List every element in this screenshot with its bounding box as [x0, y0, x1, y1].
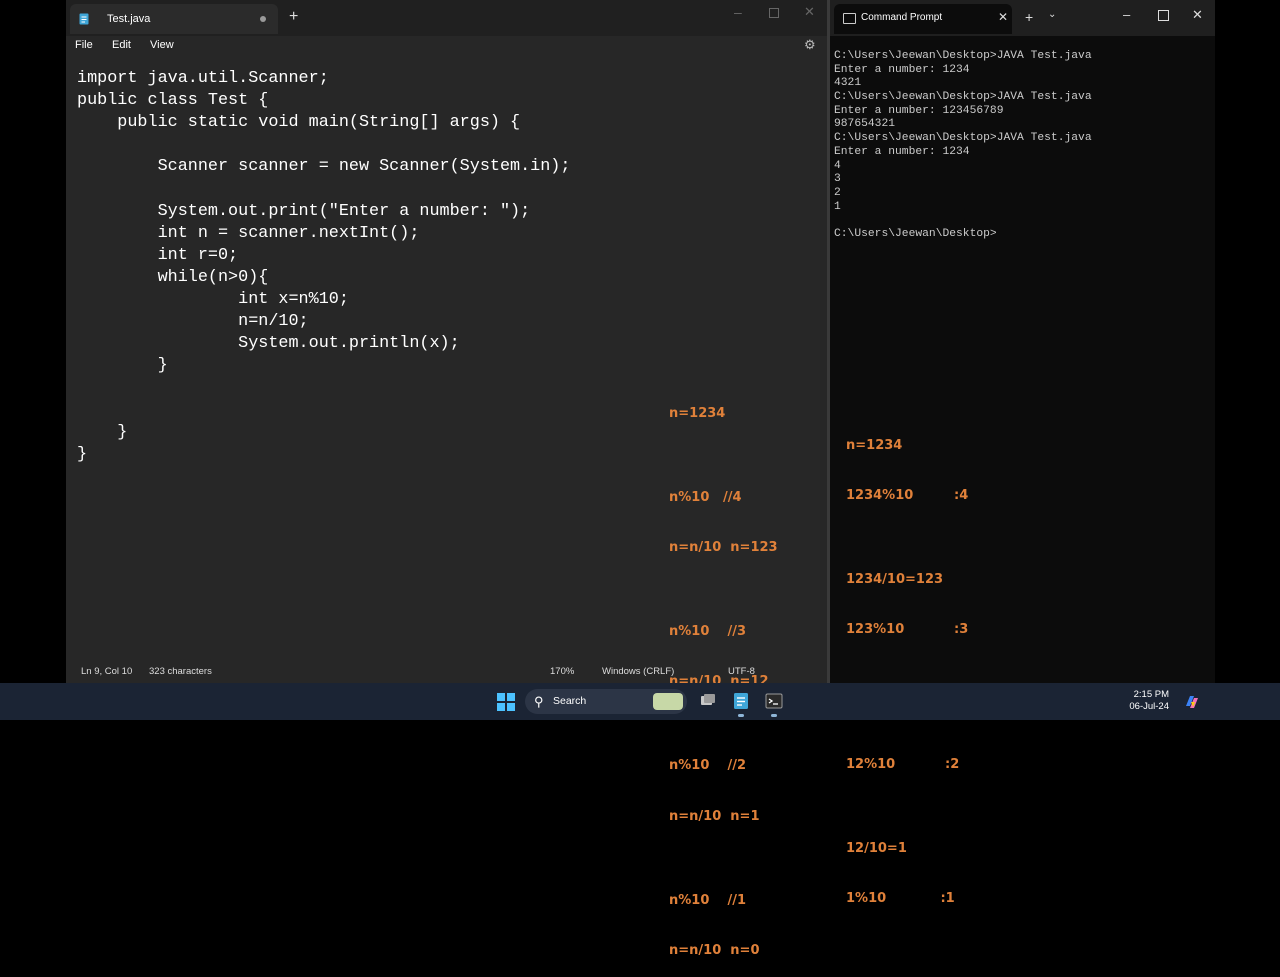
code-line: int n = scanner.nextInt();	[77, 223, 420, 243]
status-character-count: 323 characters	[149, 666, 212, 677]
tab-title: Command Prompt	[861, 12, 943, 23]
new-tab-button[interactable]: +	[289, 7, 298, 27]
running-indicator	[738, 714, 744, 717]
status-cursor-position: Ln 9, Col 10	[81, 666, 133, 677]
code-line: n=n/10;	[77, 312, 309, 332]
taskbar: ⚲ Search 2:15 PM 06-Jul-24	[0, 683, 1280, 720]
tab-test-java[interactable]: Test.java	[70, 4, 278, 34]
terminal-line: Enter a number: 123456789	[834, 104, 1004, 117]
windows-start-icon[interactable]	[497, 693, 515, 711]
annotation-line: n=1234	[669, 405, 726, 421]
tab-command-prompt[interactable]: Command Prompt ✕	[834, 4, 1012, 34]
terminal-line: 3	[834, 173, 841, 186]
terminal-line: 2	[834, 186, 841, 199]
code-line: System.out.println(x);	[77, 334, 460, 354]
minimize-button[interactable]: –	[1123, 7, 1130, 23]
annotation-line: n%10 //4	[669, 489, 742, 505]
close-button[interactable]: ✕	[804, 4, 815, 20]
search-icon: ⚲	[534, 694, 544, 709]
terminal-line: C:\Users\Jeewan\Desktop>JAVA Test.java	[834, 50, 1092, 62]
annotation-line: 12/10=1	[846, 840, 907, 856]
copilot-icon[interactable]	[1183, 693, 1201, 711]
menu-edit[interactable]: Edit	[112, 38, 131, 52]
terminal-line: Enter a number: 1234	[834, 145, 970, 158]
annotation-line: n=n/10 n=1	[669, 808, 760, 824]
terminal-line: 987654321	[834, 118, 896, 131]
code-line: int x=n%10;	[77, 289, 349, 309]
annotation-line: 1234/10=123	[846, 571, 944, 587]
annotation-line: 12%10 :2	[846, 756, 960, 772]
maximize-button[interactable]	[1158, 10, 1169, 21]
status-zoom[interactable]: 170%	[550, 666, 574, 677]
annotation-trace-left: n=1234 n%10 //4 n=n/10 n=123 n%10 //3 n=…	[669, 372, 778, 977]
search-highlight-image	[653, 693, 683, 710]
code-line: while(n>0){	[77, 267, 269, 287]
clock-time: 2:15 PM	[1133, 689, 1169, 700]
code-line: int r=0;	[77, 245, 239, 265]
clock-date: 06-Jul-24	[1129, 701, 1169, 712]
notepad-icon	[79, 13, 89, 25]
notepad-titlebar: Test.java + – ✕	[66, 0, 827, 36]
annotation-line: n%10 //2	[669, 758, 747, 774]
terminal-icon	[843, 13, 856, 24]
taskbar-search-box[interactable]: ⚲ Search	[525, 689, 687, 714]
code-line: System.out.print("Enter a number: ");	[77, 201, 531, 221]
terminal-icon[interactable]	[764, 691, 784, 711]
maximize-button[interactable]	[769, 8, 779, 18]
code-line: import java.util.Scanner;	[77, 69, 329, 88]
annotation-line: n=n/10 n=0	[669, 943, 760, 959]
annotation-line: n=n/10 n=123	[669, 539, 778, 555]
unsaved-indicator[interactable]	[260, 16, 266, 22]
terminal-line: 1	[834, 200, 841, 213]
menu-bar: File Edit View ⚙	[66, 36, 827, 64]
annotation-line: 1234%10 :4	[846, 487, 969, 503]
notepad-icon[interactable]	[731, 691, 751, 711]
chevron-down-icon[interactable]: ⌄	[1048, 9, 1056, 20]
close-tab-icon[interactable]: ✕	[998, 10, 1008, 24]
menu-view[interactable]: View	[150, 38, 174, 52]
code-line: public static void main(String[] args) {	[77, 113, 521, 133]
annotation-line: 1%10 :1	[846, 891, 955, 907]
code-line: public class Test {	[77, 91, 269, 111]
terminal-line: Enter a number: 1234	[834, 63, 970, 76]
terminal-line: C:\Users\Jeewan\Desktop>JAVA Test.java	[834, 132, 1092, 145]
search-label: Search	[553, 695, 587, 707]
menu-file[interactable]: File	[75, 38, 93, 52]
terminal-line: 4321	[834, 77, 862, 90]
terminal-line: C:\Users\Jeewan\Desktop>JAVA Test.java	[834, 91, 1092, 104]
close-button[interactable]: ✕	[1192, 7, 1203, 23]
gear-icon[interactable]: ⚙	[804, 37, 816, 53]
terminal-titlebar: Command Prompt ✕ + ⌄ – ✕	[830, 0, 1215, 36]
terminal-line: 4	[834, 159, 841, 172]
task-view-icon[interactable]	[698, 691, 718, 711]
annotation-line: n=1234	[846, 437, 903, 453]
annotation-line: n%10 //3	[669, 623, 747, 639]
status-line-endings[interactable]: Windows (CRLF)	[602, 666, 674, 677]
annotation-line: 123%10 :3	[846, 622, 969, 638]
tab-title: Test.java	[107, 13, 151, 25]
code-line: Scanner scanner = new Scanner(System.in)…	[77, 157, 571, 177]
running-indicator	[771, 714, 777, 717]
system-clock[interactable]: 2:15 PM 06-Jul-24	[1126, 689, 1169, 713]
new-tab-button[interactable]: +	[1025, 8, 1033, 26]
terminal-output[interactable]: C:\Users\Jeewan\Desktop>JAVA Test.java E…	[834, 50, 1210, 242]
terminal-prompt: C:\Users\Jeewan\Desktop>	[834, 227, 997, 240]
annotation-trace-right: n=1234 1234%10 :4 1234/10=123 123%10 :3 …	[846, 404, 968, 925]
minimize-button[interactable]: –	[734, 4, 742, 20]
annotation-line: n%10 //1	[669, 892, 747, 908]
